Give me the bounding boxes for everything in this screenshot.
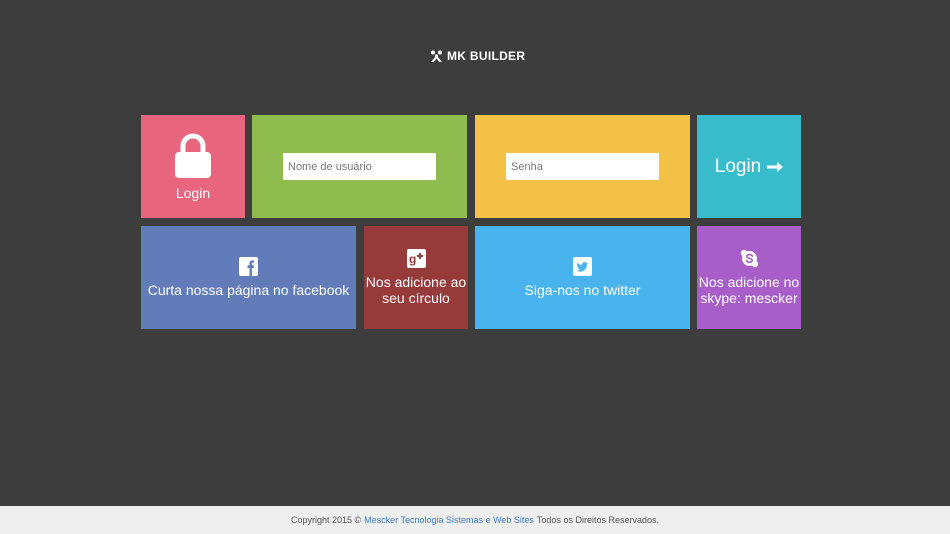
mk-builder-logo: MK BUILDER: [430, 49, 525, 63]
login-lock-tile: Login: [141, 115, 245, 218]
facebook-label: Curta nossa página no facebook: [147, 282, 350, 298]
mk-logo-icon: [431, 50, 442, 62]
footer-rights: Todos os Direitos Reservados.: [536, 515, 659, 525]
twitter-tile[interactable]: Siga-nos no twitter: [475, 226, 690, 329]
google-plus-label-line1: Nos adicione ao: [365, 274, 467, 290]
skype-icon: [740, 249, 758, 268]
skype-label-line2: skype: mescker: [700, 290, 798, 306]
password-input[interactable]: [506, 153, 659, 180]
twitter-label: Siga-nos no twitter: [524, 282, 641, 298]
skype-tile[interactable]: Nos adicione no skype: mescker: [697, 226, 801, 329]
google-plus-icon: g: [406, 249, 426, 268]
google-plus-tile[interactable]: g Nos adicione ao seu círculo: [364, 226, 468, 329]
lock-icon: [175, 133, 211, 178]
arrow-right-icon: [767, 161, 784, 172]
lock-tile-label: Login: [175, 184, 211, 201]
login-button-label: Login: [714, 155, 762, 177]
footer-copyright: Copyright 2015 ©: [291, 515, 362, 525]
facebook-tile[interactable]: Curta nossa página no facebook: [141, 226, 356, 329]
password-tile: [475, 115, 690, 218]
facebook-icon: [239, 257, 258, 276]
username-input[interactable]: [283, 153, 436, 180]
footer-company-link[interactable]: Mescker Tecnologia Sistemas e Web Sites: [364, 515, 534, 525]
logo-text: MK BUILDER: [447, 49, 526, 63]
footer: Copyright 2015 © Mescker Tecnologia Sist…: [0, 506, 950, 534]
twitter-icon: [573, 257, 592, 276]
svg-text:g: g: [409, 252, 416, 266]
skype-label-line1: Nos adicione no: [698, 274, 800, 290]
username-tile: [252, 115, 467, 218]
google-plus-label-line2: seu círculo: [382, 290, 450, 306]
login-button[interactable]: Login: [697, 115, 801, 218]
